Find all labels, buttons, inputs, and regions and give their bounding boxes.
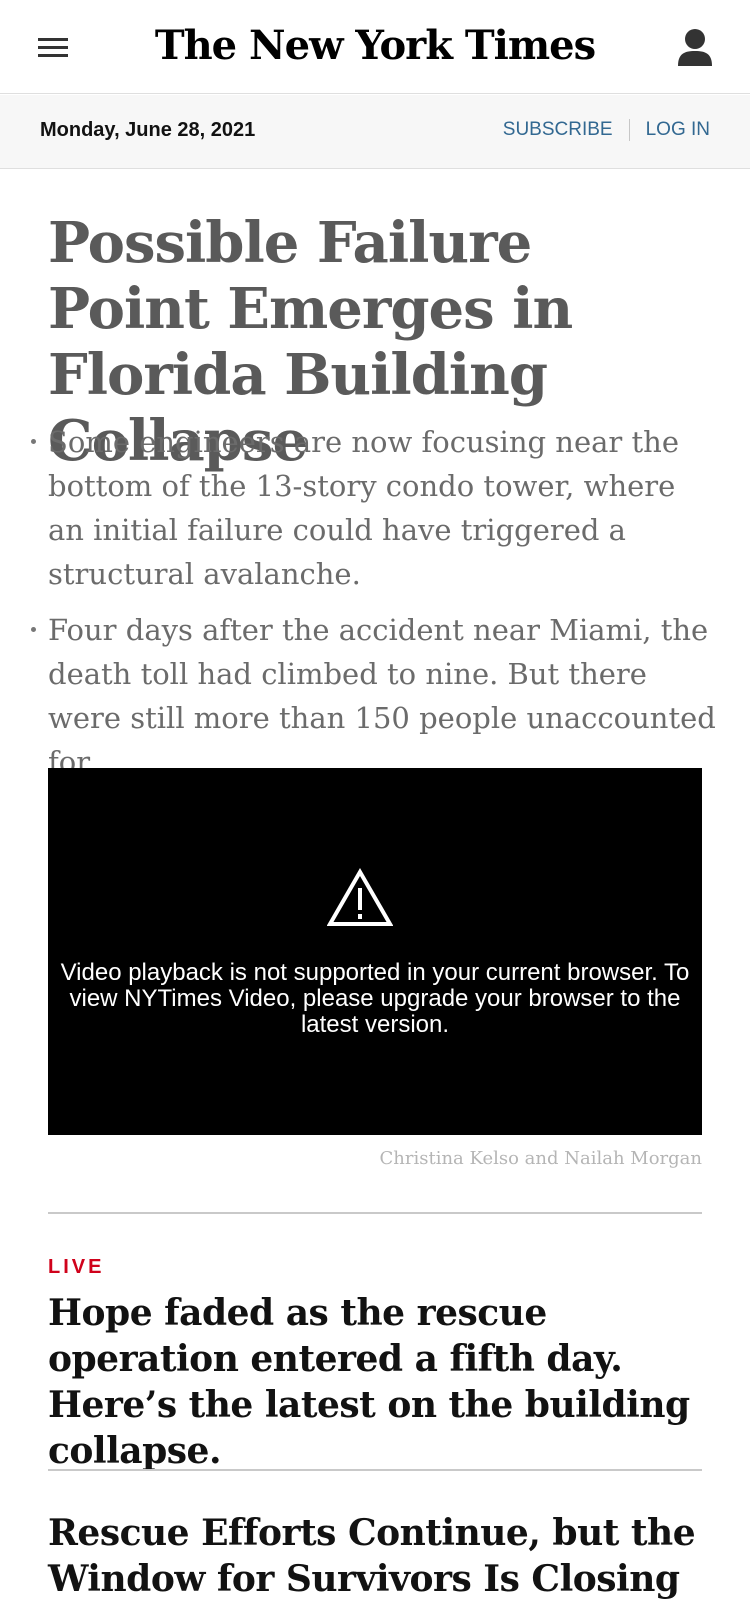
date-bar: Monday, June 28, 2021 SUBSCRIBE LOG IN — [0, 95, 750, 169]
video-unsupported-message: Video playback is not supported in your … — [60, 959, 690, 1038]
story-headline[interactable]: Rescue Efforts Continue, but the Window … — [48, 1510, 718, 1600]
live-kicker: LIVE — [48, 1256, 105, 1278]
video-credit: Christina Kelso and Nailah Morgan — [379, 1148, 703, 1169]
login-link[interactable]: LOG IN — [646, 119, 710, 141]
video-player[interactable]: Video playback is not supported in your … — [48, 768, 702, 1135]
divider — [48, 1212, 702, 1214]
nyt-logo[interactable]: The New York Times — [0, 18, 750, 74]
user-account-icon[interactable] — [676, 28, 714, 68]
summary-list: Some engineers are now focusing near the… — [31, 420, 718, 796]
warning-triangle-icon — [327, 868, 393, 926]
summary-item: Four days after the accident near Miami,… — [31, 608, 718, 784]
link-divider — [628, 119, 630, 141]
summary-item: Some engineers are now focusing near the… — [31, 420, 718, 596]
story-headline-live[interactable]: Hope faded as the rescue operation enter… — [48, 1290, 718, 1474]
divider — [48, 1469, 702, 1471]
masthead: The New York Times — [0, 0, 750, 94]
auth-links: SUBSCRIBE LOG IN — [503, 119, 710, 141]
subscribe-link[interactable]: SUBSCRIBE — [503, 119, 613, 141]
current-date: Monday, June 28, 2021 — [40, 119, 256, 141]
